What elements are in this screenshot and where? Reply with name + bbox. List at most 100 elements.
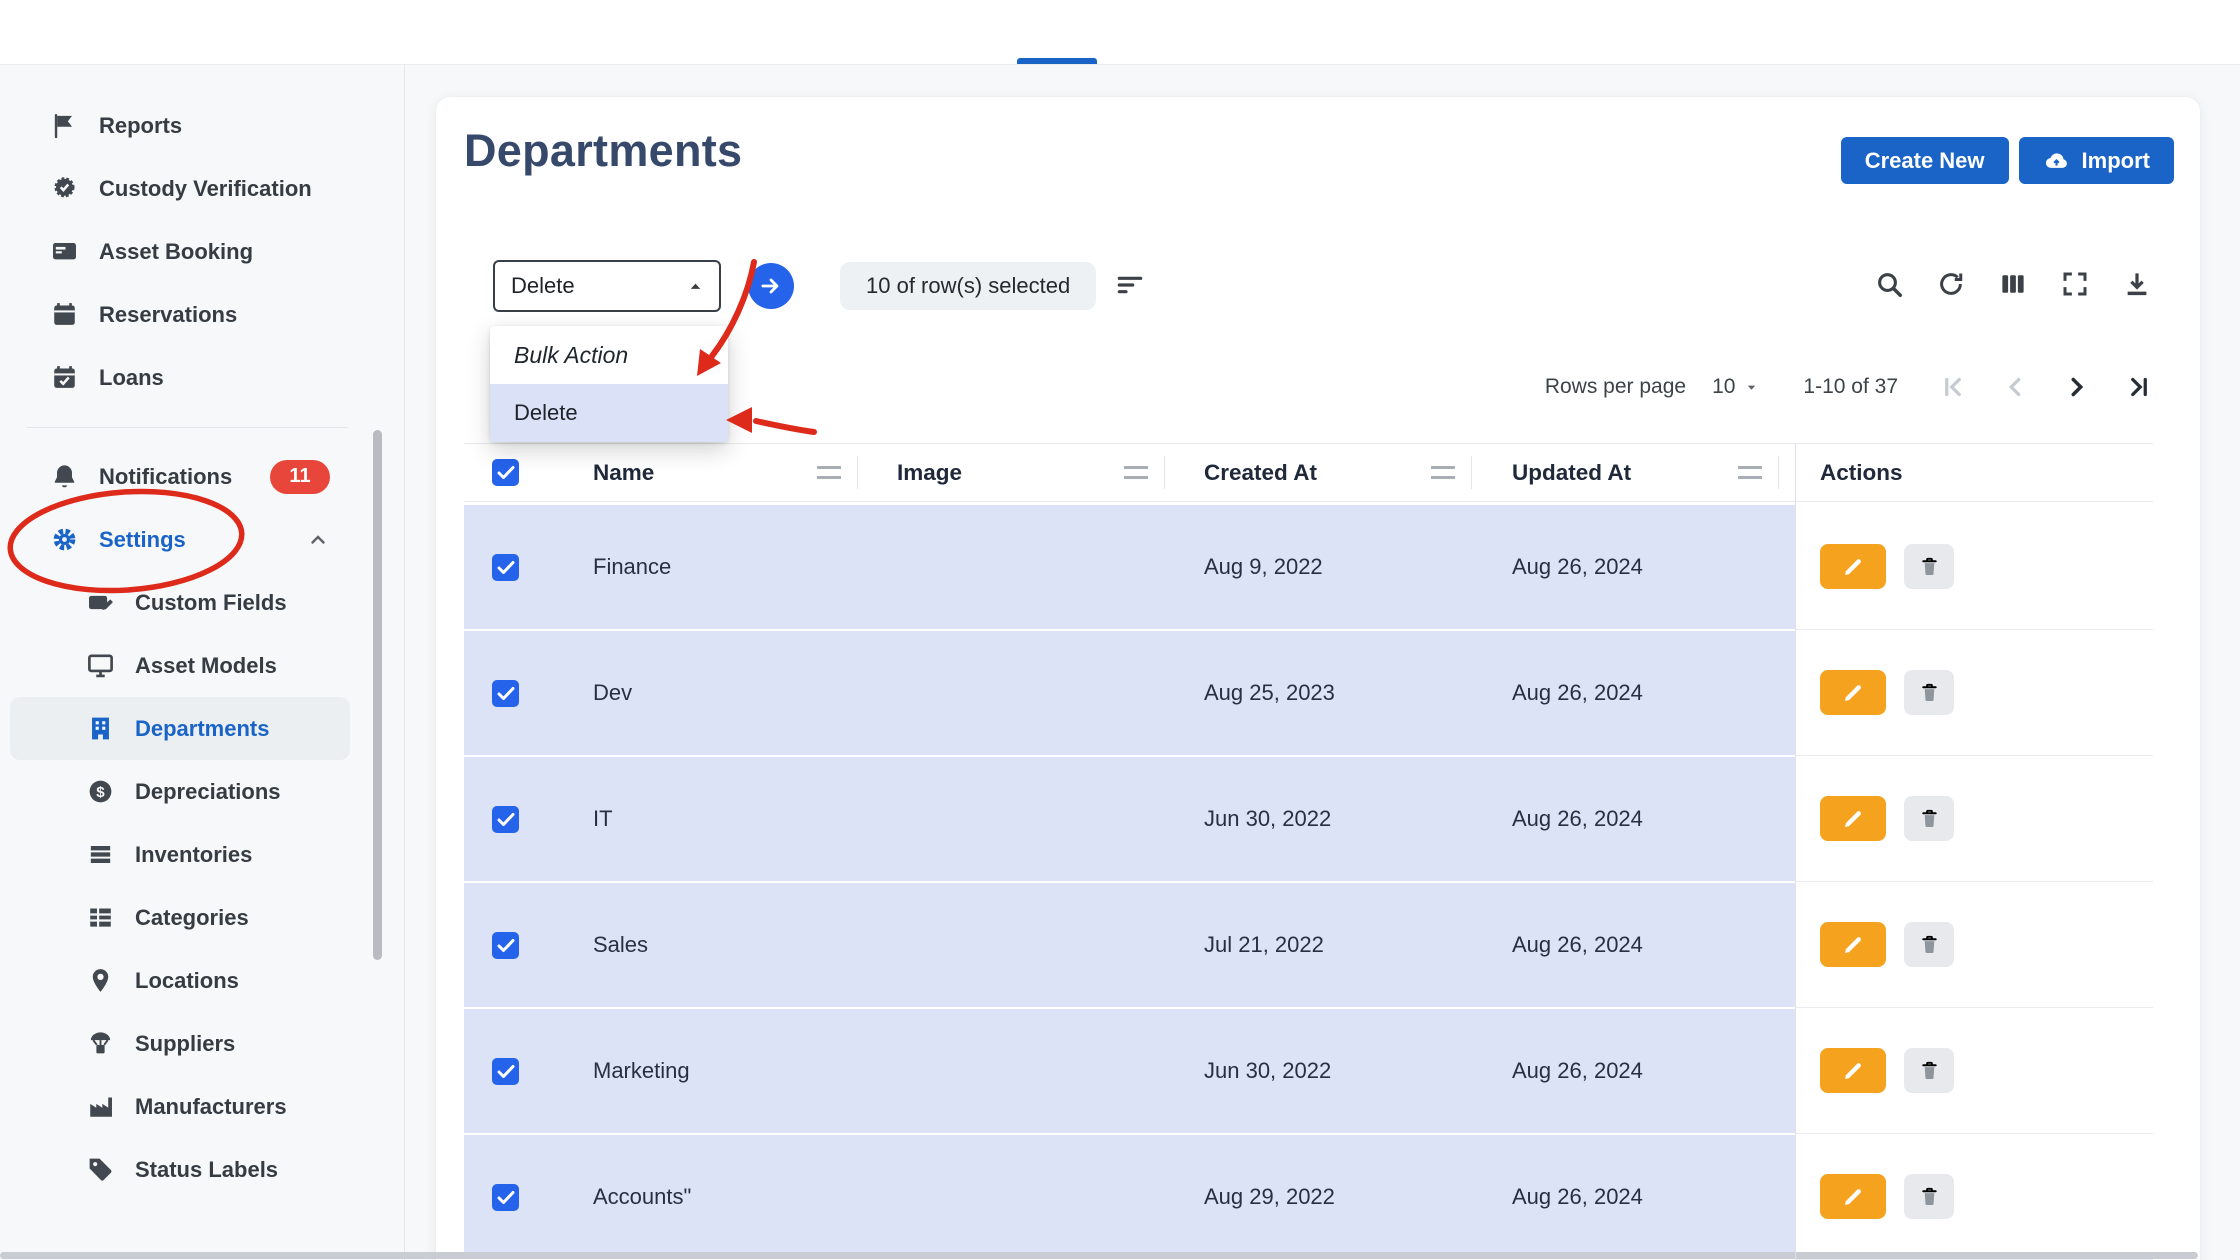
bulk-action-menu-option-delete[interactable]: Delete bbox=[490, 384, 728, 442]
column-header-name[interactable]: Name bbox=[576, 460, 857, 486]
sidebar-item-categories[interactable]: Categories bbox=[10, 886, 350, 949]
column-resize-handle-icon[interactable] bbox=[1738, 466, 1762, 479]
row-checkbox[interactable] bbox=[492, 679, 519, 707]
cell-created-at: Jul 21, 2022 bbox=[1204, 932, 1324, 957]
column-resize-handle-icon[interactable] bbox=[817, 466, 841, 479]
table-row[interactable]: Marketing Jun 30, 2022 Aug 26, 2024 bbox=[464, 1009, 2153, 1134]
column-separator bbox=[1471, 456, 1472, 489]
sidebar-item-status-labels[interactable]: Status Labels bbox=[10, 1138, 350, 1201]
sidebar-item-notifications[interactable]: Notifications 11 bbox=[10, 445, 350, 508]
card-icon bbox=[50, 237, 79, 266]
pagination-bar: Rows per page 10 1-10 of 37 bbox=[1545, 361, 2154, 413]
delete-button[interactable] bbox=[1904, 1048, 1954, 1093]
columns-icon[interactable] bbox=[1998, 269, 2028, 299]
sidebar-item-label: Categories bbox=[135, 904, 249, 930]
sort-lines-icon[interactable] bbox=[1114, 269, 1146, 301]
row-checkbox[interactable] bbox=[492, 1057, 519, 1085]
bulk-action-menu-group-label: Bulk Action bbox=[514, 341, 629, 368]
edit-button[interactable] bbox=[1820, 1048, 1886, 1093]
sidebar-item-asset-models[interactable]: Asset Models bbox=[10, 634, 350, 697]
edit-button[interactable] bbox=[1820, 1174, 1886, 1219]
dollar-circle-icon bbox=[86, 777, 115, 806]
create-new-label: Create New bbox=[1864, 147, 1985, 173]
sidebar-item-settings[interactable]: Settings bbox=[10, 508, 350, 571]
edit-button[interactable] bbox=[1820, 796, 1886, 841]
first-page-icon[interactable] bbox=[1938, 372, 1968, 402]
cell-created-at: Jun 30, 2022 bbox=[1204, 806, 1332, 831]
edit-button[interactable] bbox=[1820, 922, 1886, 967]
cell-updated-at: Aug 26, 2024 bbox=[1512, 554, 1643, 579]
search-icon[interactable] bbox=[1874, 269, 1904, 299]
row-checkbox[interactable] bbox=[492, 931, 519, 959]
table-row[interactable]: Sales Jul 21, 2022 Aug 26, 2024 bbox=[464, 883, 2153, 1008]
table-row[interactable]: Finance Aug 9, 2022 Aug 26, 2024 bbox=[464, 505, 2153, 630]
sidebar-item-manufacturers[interactable]: Manufacturers bbox=[10, 1075, 350, 1138]
delete-button[interactable] bbox=[1904, 1174, 1954, 1219]
cell-created-at: Aug 25, 2023 bbox=[1204, 680, 1335, 705]
cell-updated-at: Aug 26, 2024 bbox=[1512, 1058, 1643, 1083]
table-row[interactable]: Dev Aug 25, 2023 Aug 26, 2024 bbox=[464, 631, 2153, 756]
last-page-icon[interactable] bbox=[2124, 372, 2154, 402]
gear-icon bbox=[50, 525, 79, 554]
column-resize-handle-icon[interactable] bbox=[1431, 466, 1455, 479]
refresh-icon[interactable] bbox=[1936, 269, 1966, 299]
column-header-created-at[interactable]: Created At bbox=[1164, 460, 1471, 486]
pinned-column-divider bbox=[1795, 443, 1796, 1260]
column-header-actions: Actions bbox=[1820, 459, 1903, 485]
row-checkbox[interactable] bbox=[492, 805, 519, 833]
sidebar-item-label: Custom Fields bbox=[135, 589, 287, 615]
edit-button[interactable] bbox=[1820, 544, 1886, 589]
check-icon bbox=[497, 812, 515, 827]
sidebar-item-custom-fields[interactable]: Custom Fields bbox=[10, 571, 350, 634]
rows-per-page-select[interactable]: 10 bbox=[1712, 375, 1759, 399]
bulk-action-select[interactable]: Delete bbox=[493, 260, 721, 312]
delete-button[interactable] bbox=[1904, 544, 1954, 589]
previous-page-icon[interactable] bbox=[2000, 372, 2030, 402]
cell-image bbox=[857, 1009, 1164, 1133]
select-all-checkbox[interactable] bbox=[492, 459, 519, 486]
factory-icon bbox=[86, 1092, 115, 1121]
edit-button[interactable] bbox=[1820, 670, 1886, 715]
page-title: Departments bbox=[464, 125, 743, 176]
cell-updated-at: Aug 26, 2024 bbox=[1512, 806, 1643, 831]
column-separator bbox=[1164, 456, 1165, 489]
check-icon bbox=[497, 938, 515, 953]
cell-image bbox=[857, 1135, 1164, 1259]
create-new-button[interactable]: Create New bbox=[1840, 137, 2009, 184]
sidebar-item-custody-verification[interactable]: Custody Verification bbox=[10, 157, 350, 220]
sidebar-item-label: Notifications bbox=[99, 463, 233, 489]
sidebar-item-depreciations[interactable]: Depreciations bbox=[10, 760, 350, 823]
sidebar-item-inventories[interactable]: Inventories bbox=[10, 823, 350, 886]
apply-bulk-action-button[interactable] bbox=[748, 263, 794, 309]
trash-icon bbox=[1918, 1185, 1941, 1208]
delete-button[interactable] bbox=[1904, 796, 1954, 841]
cell-name: Dev bbox=[593, 680, 633, 705]
sidebar-item-asset-booking[interactable]: Asset Booking bbox=[10, 220, 350, 283]
departments-card: Departments Create New Import Delete 10 … bbox=[436, 97, 2200, 1260]
sidebar-scrollbar[interactable] bbox=[373, 430, 382, 960]
row-checkbox[interactable] bbox=[492, 553, 519, 581]
table-row[interactable]: IT Jun 30, 2022 Aug 26, 2024 bbox=[464, 757, 2153, 882]
row-checkbox[interactable] bbox=[492, 1183, 519, 1211]
sidebar-item-locations[interactable]: Locations bbox=[10, 949, 350, 1012]
sidebar-item-suppliers[interactable]: Suppliers bbox=[10, 1012, 350, 1075]
column-header-image[interactable]: Image bbox=[857, 460, 1164, 486]
sidebar-item-reports[interactable]: Reports bbox=[10, 94, 350, 157]
column-resize-handle-icon[interactable] bbox=[1124, 466, 1148, 479]
import-button[interactable]: Import bbox=[2018, 137, 2174, 184]
delete-button[interactable] bbox=[1904, 922, 1954, 967]
download-icon[interactable] bbox=[2122, 269, 2152, 299]
sidebar-item-reservations[interactable]: Reservations bbox=[10, 283, 350, 346]
app-window: Reports Custody Verification Asset Booki… bbox=[0, 0, 2240, 1260]
sidebar-item-loans[interactable]: Loans bbox=[10, 346, 350, 409]
next-page-icon[interactable] bbox=[2062, 372, 2092, 402]
fullscreen-icon[interactable] bbox=[2060, 269, 2090, 299]
sidebar-item-label: Locations bbox=[135, 967, 239, 993]
check-icon bbox=[497, 1064, 515, 1079]
sidebar-item-departments[interactable]: Departments bbox=[10, 697, 350, 760]
cell-image bbox=[857, 631, 1164, 755]
table-row[interactable]: Accounts" Aug 29, 2022 Aug 26, 2024 bbox=[464, 1135, 2153, 1260]
cloud-upload-icon bbox=[2043, 147, 2070, 174]
pencil-icon bbox=[1841, 1058, 1866, 1083]
delete-button[interactable] bbox=[1904, 670, 1954, 715]
